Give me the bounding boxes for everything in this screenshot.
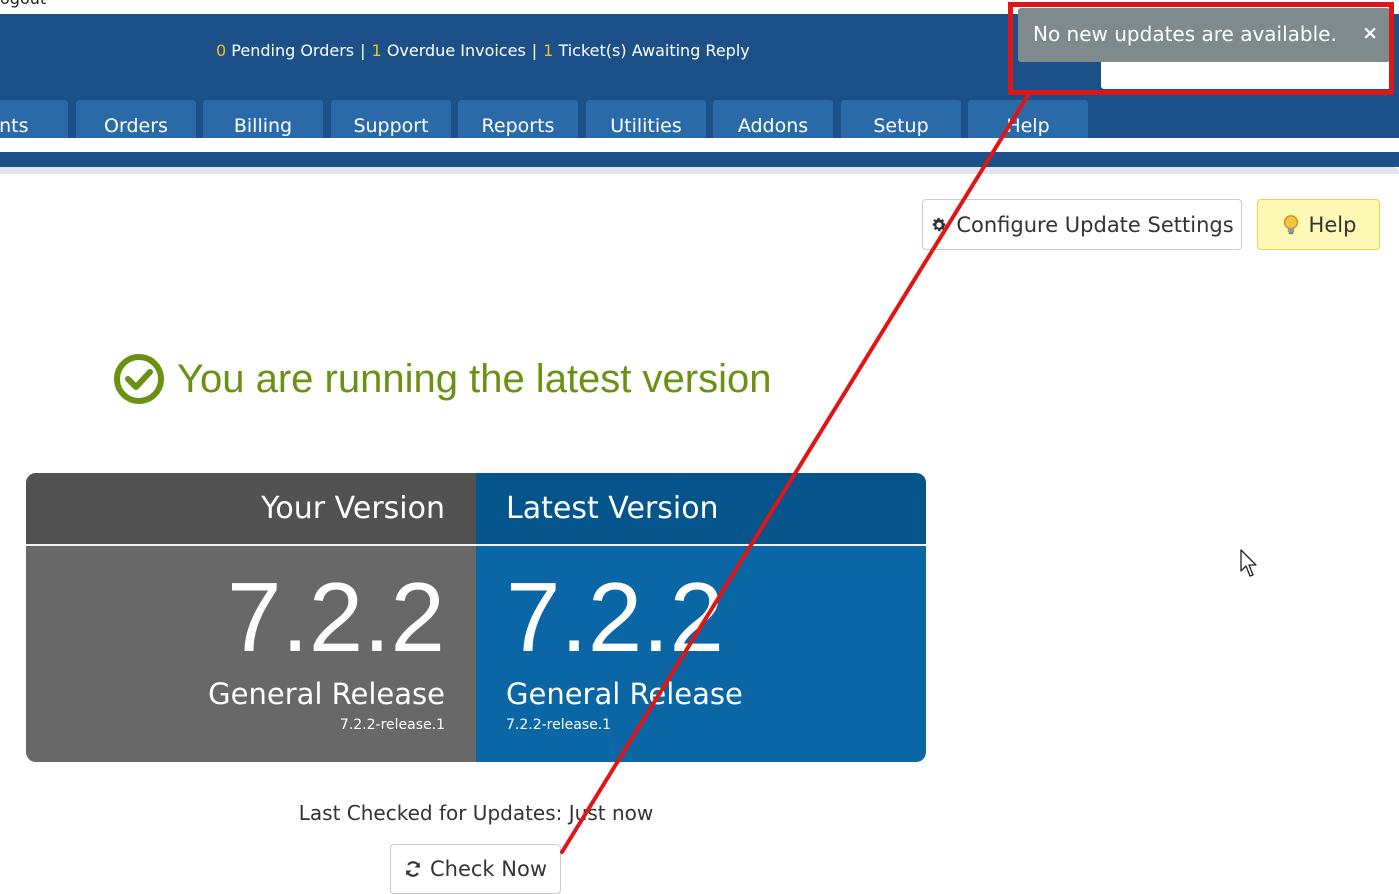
pending-orders-link[interactable]: 0 Pending Orders (216, 41, 354, 60)
blue-divider-bar (0, 152, 1399, 167)
sub-bar (0, 138, 1399, 152)
latest-version-heading: Latest Version (476, 473, 926, 544)
header-stats: 0 Pending Orders | 1 Overdue Invoices | 1 Ti… (216, 41, 750, 60)
gear-icon (933, 217, 947, 231)
lightbulb-icon (1283, 214, 1298, 234)
version-comparison: Your Version 7.2.2 General Release 7.2.2… (26, 473, 926, 762)
check-now-button[interactable]: Check Now (390, 844, 561, 894)
latest-version-panel: Latest Version 7.2.2 General Release 7.2… (476, 473, 926, 762)
your-version-number: 7.2.2 (227, 562, 445, 672)
your-version-tag: 7.2.2-release.1 (339, 717, 445, 733)
tickets-awaiting-link[interactable]: 1 Ticket(s) Awaiting Reply (543, 41, 750, 60)
latest-version-release: General Release (506, 677, 743, 711)
configure-update-settings-button[interactable]: Configure Update Settings (922, 199, 1242, 250)
status-message: You are running the latest version (177, 356, 772, 401)
your-version-release: General Release (208, 677, 445, 711)
annotation-highlight-box (1008, 2, 1394, 95)
check-circle-icon (114, 354, 164, 404)
your-version-heading: Your Version (26, 473, 476, 544)
overdue-invoices-link[interactable]: 1 Overdue Invoices (372, 41, 526, 60)
latest-version-number: 7.2.2 (506, 562, 724, 672)
your-version-panel: Your Version 7.2.2 General Release 7.2.2… (26, 473, 476, 762)
mouse-pointer-icon (1240, 549, 1257, 577)
last-checked-text: Last Checked for Updates: Just now (298, 801, 654, 825)
latest-version-tag: 7.2.2-release.1 (506, 717, 612, 733)
help-button[interactable]: Help (1257, 199, 1380, 250)
status-line: You are running the latest version (113, 353, 771, 405)
logout-link[interactable]: ogout (0, 0, 46, 8)
content-top-border (0, 167, 1399, 174)
refresh-icon (405, 861, 421, 877)
